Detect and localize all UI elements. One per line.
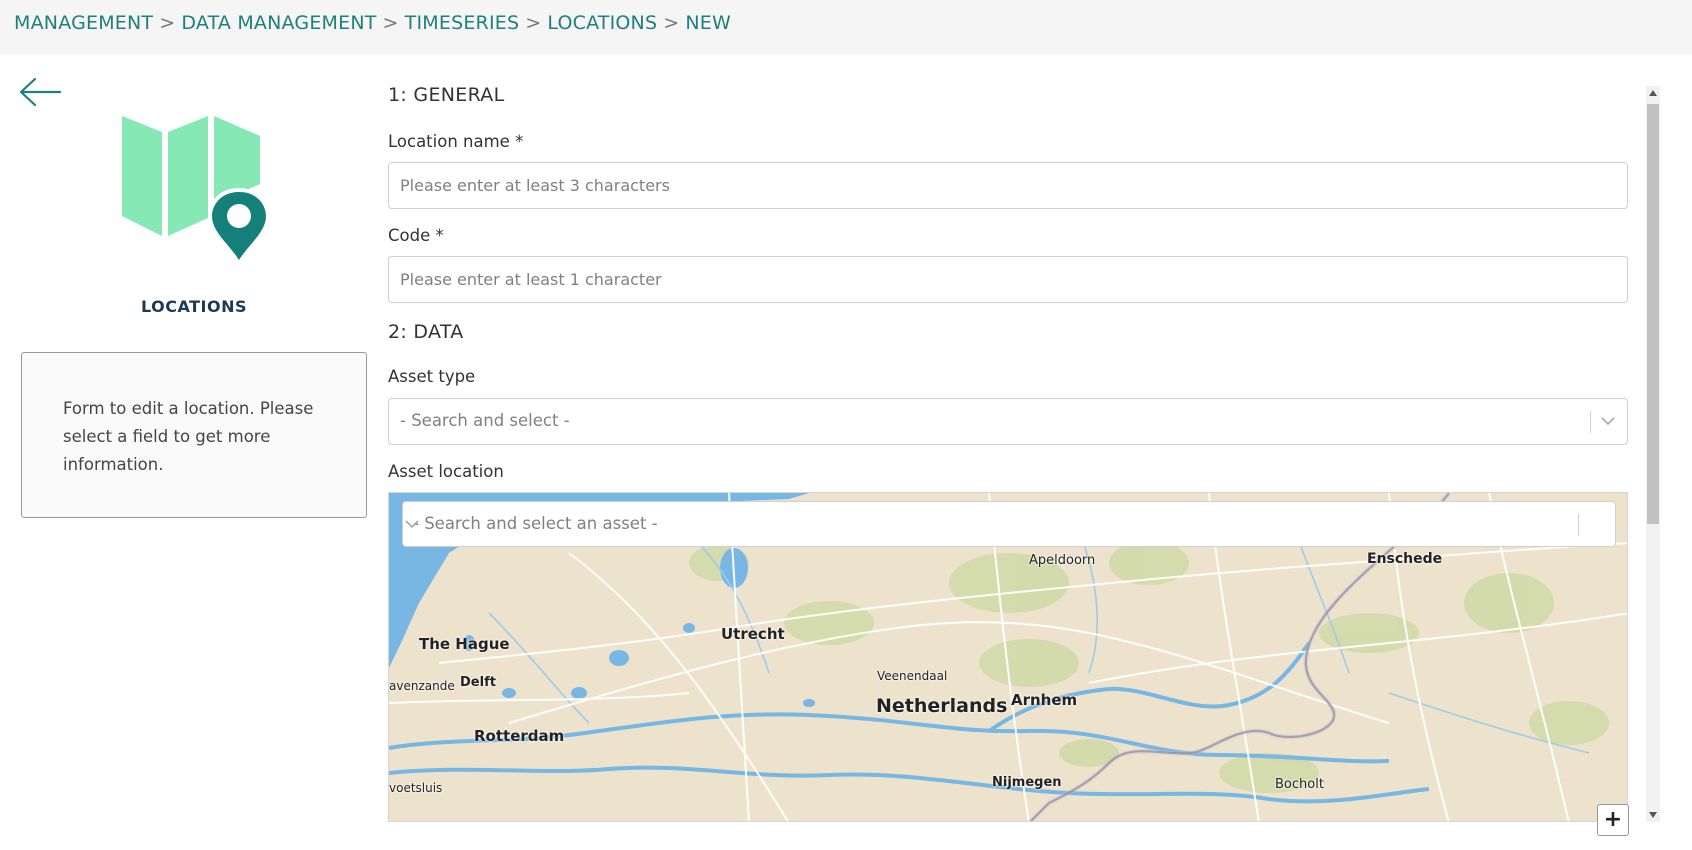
asset-type-label: Asset type: [388, 367, 476, 386]
section-general-title: 1: GENERAL: [388, 84, 505, 106]
breadcrumb: MANAGEMENT > DATA MANAGEMENT > TIMESERIES > LO…: [14, 12, 731, 34]
asset-location-label: Asset location: [388, 462, 504, 481]
breadcrumb-timeseries[interactable]: TIMESERIES: [405, 12, 520, 34]
asset-search-placeholder: - Search and select an asset -: [413, 514, 658, 533]
map-label-bocholt: Bocholt: [1275, 777, 1324, 792]
map-label-town: voetsluis: [389, 781, 443, 795]
chevron-down-icon: [405, 520, 419, 529]
back-button[interactable]: [18, 76, 62, 108]
breadcrumb-separator: >: [159, 12, 176, 34]
breadcrumb-new: NEW: [685, 12, 731, 34]
map-label-nijmegen: Nijmegen: [992, 775, 1062, 790]
sidebar-title: LOCATIONS: [141, 297, 247, 316]
map-label-rotterdam: Rotterdam: [474, 727, 565, 745]
breadcrumb-locations[interactable]: LOCATIONS: [547, 12, 657, 34]
breadcrumb-data-management[interactable]: DATA MANAGEMENT: [181, 12, 376, 34]
map-label-utrecht: Utrecht: [721, 625, 785, 643]
map-label-veenendaal: Veenendaal: [877, 669, 948, 683]
arrow-left-icon: [19, 77, 62, 107]
section-data-title: 2: DATA: [388, 321, 464, 343]
info-box: Form to edit a location. Please select a…: [21, 352, 367, 518]
map-label-the-hague: The Hague: [419, 635, 510, 653]
asset-location-map[interactable]: - Search and select an asset - Apeldoorn…: [388, 492, 1628, 822]
asset-type-placeholder: - Search and select -: [400, 411, 570, 430]
select-divider: [1578, 514, 1579, 536]
breadcrumb-management[interactable]: MANAGEMENT: [14, 12, 153, 34]
info-text: Form to edit a location. Please select a…: [63, 399, 314, 474]
asset-type-select[interactable]: - Search and select -: [388, 398, 1628, 445]
map-label-town: avenzande: [389, 679, 455, 693]
chevron-down-icon: [1601, 417, 1615, 426]
zoom-in-button[interactable]: +: [1597, 804, 1629, 836]
map-label-delft: Delft: [460, 675, 496, 690]
top-bar: MANAGEMENT > DATA MANAGEMENT > TIMESERIES > LO…: [0, 0, 1692, 54]
map-label-arnhem: Arnhem: [1011, 691, 1078, 709]
location-name-label: Location name *: [388, 132, 524, 151]
breadcrumb-separator: >: [525, 12, 542, 34]
scrollbar-thumb[interactable]: [1647, 104, 1659, 524]
scroll-up-icon[interactable]: [1649, 90, 1657, 96]
locations-map-icon: [118, 112, 278, 272]
select-divider: [1590, 411, 1591, 433]
scroll-down-icon[interactable]: [1649, 812, 1657, 818]
location-name-input[interactable]: [388, 162, 1628, 209]
breadcrumb-separator: >: [663, 12, 680, 34]
code-label: Code *: [388, 226, 444, 245]
map-label-netherlands: Netherlands: [876, 695, 1008, 717]
asset-search-select[interactable]: - Search and select an asset -: [402, 501, 1616, 547]
breadcrumb-separator: >: [382, 12, 399, 34]
vertical-scrollbar[interactable]: [1646, 86, 1660, 822]
code-input[interactable]: [388, 256, 1628, 303]
map-label-enschede: Enschede: [1367, 551, 1443, 567]
map-label-apeldoorn: Apeldoorn: [1029, 553, 1096, 568]
